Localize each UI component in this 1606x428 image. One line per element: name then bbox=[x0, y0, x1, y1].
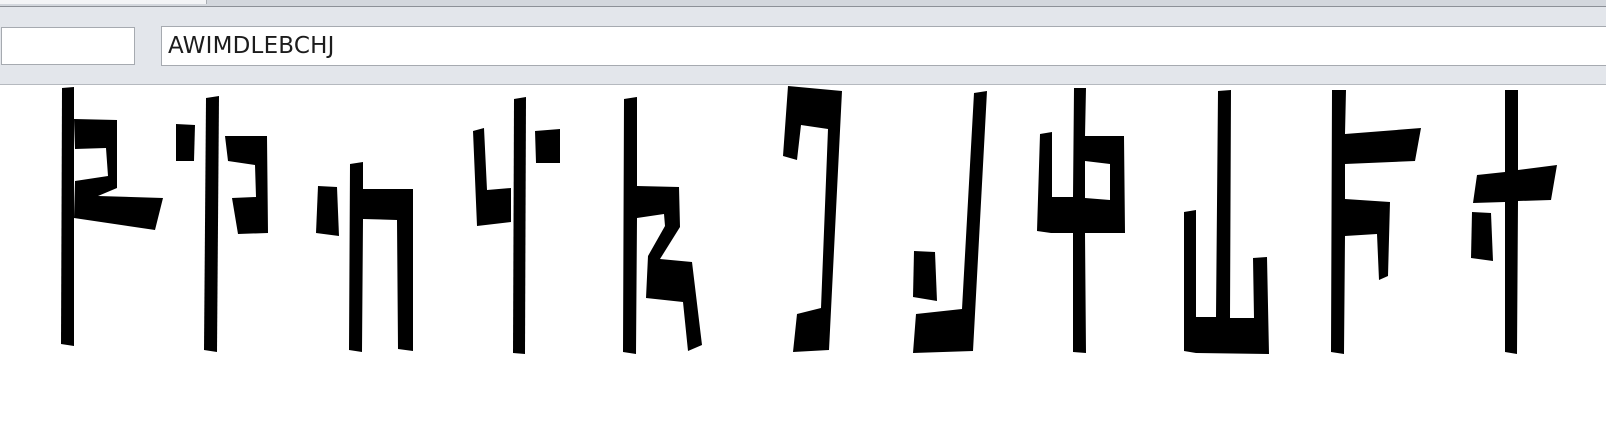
glyph-8-icon bbox=[1037, 88, 1125, 353]
window-top-strip bbox=[0, 0, 1606, 7]
glyph-7-icon bbox=[913, 91, 987, 353]
text-input[interactable]: AWIMDLEBCHJ bbox=[161, 26, 1606, 66]
toolbar: AWIMDLEBCHJ bbox=[0, 7, 1606, 85]
glyph-11-icon bbox=[1471, 90, 1557, 354]
glyph-6-icon bbox=[783, 86, 842, 352]
glyph-4-icon bbox=[473, 97, 560, 354]
glyph-canvas bbox=[0, 85, 1606, 428]
glyph-3-icon bbox=[316, 162, 413, 352]
glyph-2-icon bbox=[176, 96, 268, 352]
secondary-input[interactable] bbox=[1, 27, 135, 65]
tab-stub[interactable] bbox=[0, 0, 207, 4]
glyph-9-icon bbox=[1184, 90, 1269, 354]
glyph-5-icon bbox=[623, 97, 702, 354]
glyph-10-icon bbox=[1331, 90, 1421, 354]
glyph-svg bbox=[61, 86, 1557, 354]
glyph-1-icon bbox=[61, 87, 163, 346]
